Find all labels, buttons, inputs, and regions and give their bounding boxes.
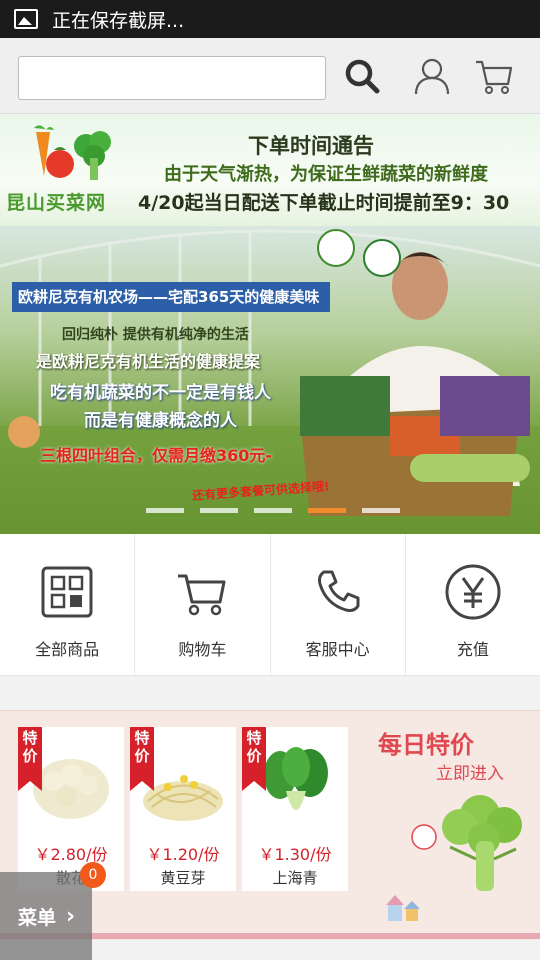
cart-icon xyxy=(178,574,226,616)
banner-line-6: 三根四叶组合，仅需月缴360元- xyxy=(40,446,273,465)
screenshot-image-icon xyxy=(14,9,38,29)
deal-card[interactable]: 特价 ￥2.80/份 散花 xyxy=(18,727,124,891)
deal-tag: 特价 xyxy=(242,727,266,791)
site-logo-text: 昆山买菜网 xyxy=(6,192,107,214)
banner-line-5: 而是有健康概念的人 xyxy=(84,411,237,431)
carousel-dot[interactable] xyxy=(362,508,400,513)
phone-icon xyxy=(317,570,360,612)
banner-title: 欧耕尼克有机农场——宅配365天的健康美味 xyxy=(12,282,330,312)
deal-price: ￥1.30/份 xyxy=(258,845,332,864)
menu-button[interactable]: 菜单 › xyxy=(0,872,92,960)
nav-label: 购物车 xyxy=(178,640,227,659)
grid-icon xyxy=(41,566,93,618)
notice-line-2: 4/20起当日配送下单截止时间提前至9：30 xyxy=(138,192,510,214)
nav-customer-service[interactable]: 客服中心 xyxy=(271,534,406,675)
banner-line-3: 是欧耕尼克有机生活的健康提案 xyxy=(36,352,261,371)
nav-label: 客服中心 xyxy=(305,640,370,659)
vegetable-logo-icon xyxy=(34,125,111,180)
user-icon[interactable] xyxy=(412,56,452,96)
carousel-dot-active[interactable] xyxy=(308,508,346,513)
chevron-right-icon: › xyxy=(66,903,76,929)
notice-title: 下单时间通告 xyxy=(248,134,374,158)
carousel-dot[interactable] xyxy=(254,508,292,513)
deal-card[interactable]: 特价 ￥1.20/份 黄豆芽 xyxy=(130,727,236,891)
cart-count-badge: 0 xyxy=(80,862,106,888)
notice-line-1: 由于天气渐热，为保证生鲜蔬菜的新鲜度 xyxy=(164,164,488,185)
carousel-dot[interactable] xyxy=(146,508,184,513)
nav-label: 全部商品 xyxy=(35,640,100,659)
top-bar xyxy=(0,38,540,114)
search-input[interactable] xyxy=(19,57,325,99)
nav-cart[interactable]: 购物车 xyxy=(135,534,271,675)
enter-now-link[interactable]: 立即进入 xyxy=(436,759,504,784)
cart-icon-top[interactable] xyxy=(474,56,514,96)
bok-choy-image xyxy=(264,747,328,810)
nav-label: 充值 xyxy=(456,640,489,659)
deal-name: 黄豆芽 xyxy=(160,869,206,887)
deal-name: 上海青 xyxy=(272,869,318,887)
menu-label: 菜单 xyxy=(18,906,57,929)
deal-card[interactable]: 特价 ￥1.30/份 上海青 xyxy=(242,727,348,891)
daily-deals-title: 每日特价 xyxy=(378,731,474,759)
nav-recharge[interactable]: 充值 xyxy=(406,534,540,675)
carousel-dots xyxy=(146,508,400,513)
quick-nav: 全部商品 购物车 客服中心 充值 xyxy=(0,534,540,676)
banner-line-4: 吃有机蔬菜的不一定是有钱人 xyxy=(50,383,271,403)
deal-tag: 特价 xyxy=(130,727,154,791)
notice-banner[interactable]: 昆山买菜网 下单时间通告 由于天气渐热，为保证生鲜蔬菜的新鲜度 4/20起当日配… xyxy=(0,114,540,226)
promo-carousel[interactable]: 欧耕尼克有机农场——宅配365天的健康美味 回归纯朴 提供有机纯净的生活 是欧耕… xyxy=(0,226,540,534)
deal-tag: 特价 xyxy=(18,727,42,791)
status-text: 正在保存截屏... xyxy=(52,9,185,32)
banner-line-2: 回归纯朴 提供有机纯净的生活 xyxy=(62,327,249,343)
deal-price: ￥1.20/份 xyxy=(146,845,220,864)
nav-all-products[interactable]: 全部商品 xyxy=(0,534,136,675)
search-box[interactable] xyxy=(18,56,326,100)
yen-icon xyxy=(445,564,501,620)
search-icon[interactable] xyxy=(342,56,382,96)
deal-price: ￥2.80/份 xyxy=(34,845,108,864)
status-bar: 正在保存截屏... xyxy=(0,0,540,38)
carousel-dot[interactable] xyxy=(200,508,238,513)
broccoli-mascot-image xyxy=(386,795,522,921)
